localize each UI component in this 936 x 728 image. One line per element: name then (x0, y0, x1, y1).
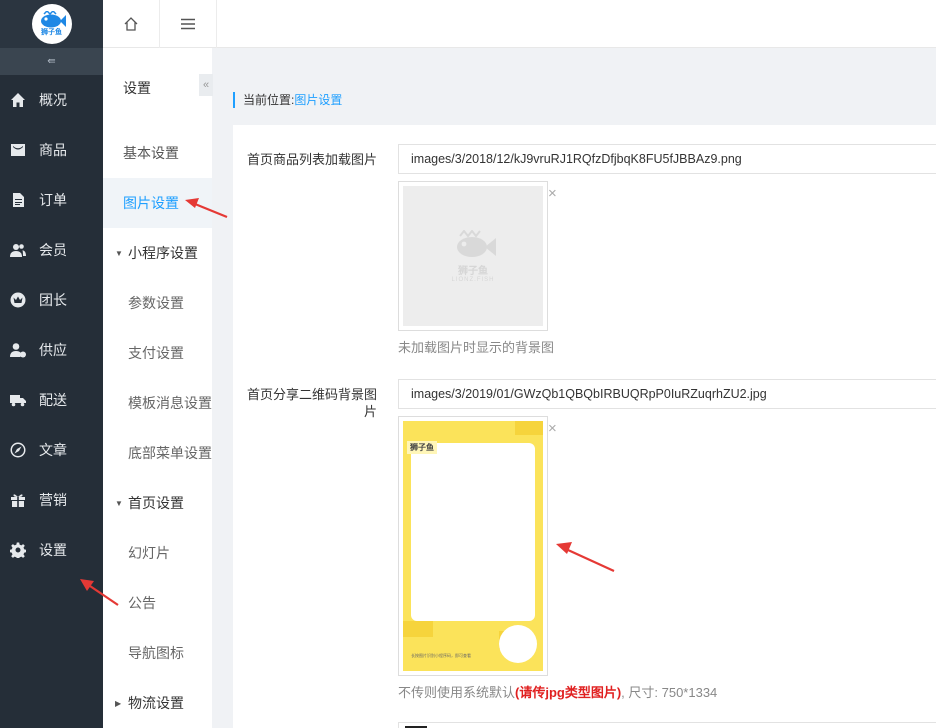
breadcrumb-current[interactable]: 图片设置 (294, 93, 342, 107)
submenu-item-payment[interactable]: 支付设置 (103, 328, 212, 378)
loading-image-path-input[interactable]: images/3/2018/12/kJ9vruRJ1RQfzDfjbqK8FU5… (398, 144, 936, 174)
rail-item-orders[interactable]: 订单 (0, 175, 103, 225)
hint-size: , 尺寸: 750*1334 (621, 685, 718, 700)
caret-down-icon: ▼ (115, 248, 123, 258)
submenu-item-params[interactable]: 参数设置 (103, 278, 212, 328)
rail-item-settings[interactable]: 设置 (0, 525, 103, 575)
poster-tag: 狮子鱼 (407, 441, 437, 454)
rail-item-label: 供应 (39, 342, 67, 358)
next-field-input[interactable] (398, 722, 936, 728)
loading-image-label: 首页商品列表加载图片 (247, 152, 378, 167)
fish-logo-icon (40, 11, 66, 28)
main-content: 当前位置:图片设置 首页商品列表加载图片 images/3/2018/12/kJ… (212, 48, 936, 728)
submenu-group-miniapp[interactable]: ▼ 小程序设置 (103, 228, 212, 278)
submenu-item-template-msg[interactable]: 模板消息设置 (103, 378, 212, 428)
logo-area: 狮子鱼 (0, 0, 103, 48)
rail-item-members[interactable]: 会员 (0, 225, 103, 275)
rail-item-label: 概况 (39, 92, 67, 108)
gear-icon (10, 542, 26, 558)
remove-share-qr-bg-button[interactable]: × (548, 421, 557, 436)
menu-toggle-button[interactable] (160, 0, 217, 48)
rail-item-label: 订单 (39, 192, 67, 208)
placeholder-logo-text: 狮子鱼 (458, 265, 488, 277)
menu-collapse-icon: ⇚ (47, 56, 56, 67)
rail-item-supply[interactable]: 供应 (0, 325, 103, 375)
submenu-item-slides[interactable]: 幻灯片 (103, 528, 212, 578)
loading-image-thumbnail[interactable]: 狮子鱼 LIONZ.FISH (398, 181, 548, 331)
rail-item-label: 文章 (39, 442, 67, 458)
main-sidebar: 狮子鱼 ⇚ 概况 商品 订单 会员 团长 供应 配送 文章 营销 设置 (0, 0, 103, 728)
gift-icon (10, 492, 26, 508)
submenu-group-logistics[interactable]: ▶ 物流设置 (103, 678, 212, 728)
loading-image-hint: 未加载图片时显示的背景图 (398, 340, 555, 355)
caret-right-icon: ▶ (115, 698, 122, 708)
submenu-item-notice[interactable]: 公告 (103, 578, 212, 628)
share-qr-bg-label: 首页分享二维码背景图片 (247, 387, 378, 419)
breadcrumb-prefix: 当前位置: (243, 93, 295, 107)
rail-item-overview[interactable]: 概况 (0, 75, 103, 125)
group-label: 首页设置 (128, 495, 184, 511)
hamburger-icon (181, 18, 195, 30)
submenu-fold-button[interactable]: « (199, 74, 213, 96)
poster-preview-image: 狮子鱼 长按图片识别小程序码，即可查看 (403, 421, 543, 671)
brand-logo[interactable]: 狮子鱼 (31, 4, 72, 44)
share-qr-bg-thumbnail[interactable]: 狮子鱼 长按图片识别小程序码，即可查看 (398, 416, 548, 676)
rail-item-label: 设置 (39, 542, 67, 558)
fish-watermark-icon (457, 229, 496, 257)
remove-loading-image-button[interactable]: × (548, 186, 557, 201)
hint-prefix: 不传则使用系统默认 (398, 685, 516, 700)
image-settings-form: 首页商品列表加载图片 images/3/2018/12/kJ9vruRJ1RQf… (233, 125, 936, 728)
submenu-item-image[interactable]: 图片设置 (103, 178, 212, 228)
poster-footer-text: 长按图片识别小程序码，即可查看 (411, 653, 471, 658)
rail-item-leaders[interactable]: 团长 (0, 275, 103, 325)
caret-down-icon: ▼ (115, 498, 123, 508)
share-qr-bg-path-input[interactable]: images/3/2019/01/GWzQb1QBQbIRBUQRpP0IuRZ… (398, 379, 936, 409)
rail-item-label: 配送 (39, 392, 67, 408)
rail-item-label: 营销 (39, 492, 67, 508)
poster-qr-placeholder (499, 625, 537, 663)
rail-item-delivery[interactable]: 配送 (0, 375, 103, 425)
home-outline-icon (124, 17, 138, 31)
rail-item-articles[interactable]: 文章 (0, 425, 103, 475)
submenu-item-basic[interactable]: 基本设置 (103, 128, 212, 178)
rail-item-label: 团长 (39, 292, 67, 308)
breadcrumb: 当前位置:图片设置 (233, 92, 342, 108)
supplier-icon (10, 342, 26, 358)
placeholder-sub-text: LIONZ.FISH (451, 276, 495, 283)
poster-card (411, 443, 535, 621)
submenu-title-text: 设置 (123, 80, 151, 96)
rail-item-goods[interactable]: 商品 (0, 125, 103, 175)
hint-warning: (请传jpg类型图片) (515, 685, 622, 700)
submenu-group-home[interactable]: ▼ 首页设置 (103, 478, 212, 528)
submenu-item-bottom-menu[interactable]: 底部菜单设置 (103, 428, 212, 478)
rail-item-label: 会员 (39, 242, 67, 258)
crown-icon (10, 292, 26, 308)
submenu-title: 设置 « (103, 48, 213, 128)
member-icon (10, 242, 26, 258)
submenu-item-nav-icons[interactable]: 导航图标 (103, 628, 212, 678)
home-button[interactable] (103, 0, 160, 48)
placeholder-image: 狮子鱼 LIONZ.FISH (403, 186, 543, 326)
settings-submenu: 设置 « 基本设置 图片设置 ▼ 小程序设置 参数设置 支付设置 模板消息设置 … (103, 48, 213, 728)
logo-text: 狮子鱼 (41, 29, 62, 36)
top-bar (103, 0, 936, 48)
truck-icon (10, 392, 26, 408)
share-qr-bg-hint: 不传则使用系统默认(请传jpg类型图片), 尺寸: 750*1334 (398, 682, 717, 701)
rail-item-marketing[interactable]: 营销 (0, 475, 103, 525)
sidebar-collapse-toggle[interactable]: ⇚ (0, 48, 103, 75)
order-icon (10, 192, 26, 208)
compass-icon (10, 442, 26, 458)
group-label: 小程序设置 (128, 245, 198, 261)
goods-icon (10, 142, 26, 158)
group-label: 物流设置 (128, 695, 184, 711)
rail-item-label: 商品 (39, 142, 67, 158)
home-icon (10, 92, 26, 108)
